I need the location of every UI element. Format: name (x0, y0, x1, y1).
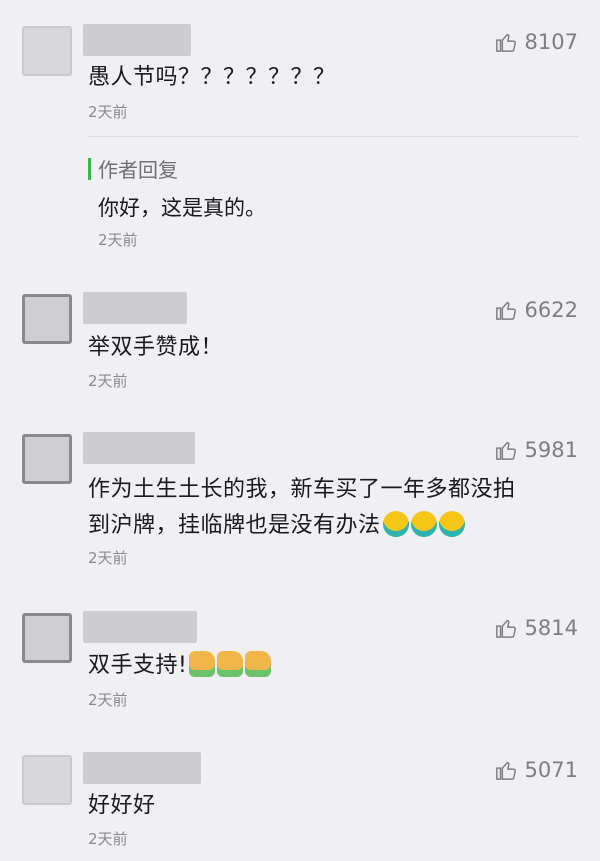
like-button[interactable]: 5814 (495, 613, 578, 643)
thumbs-up-icon (217, 651, 244, 677)
comment-time: 2天前 (88, 372, 128, 390)
thumbs-up-icon (495, 761, 516, 780)
comment-time: 2天前 (88, 549, 128, 567)
avatar[interactable] (22, 294, 72, 344)
crying-face-icon (382, 511, 409, 537)
like-count: 5981 (524, 438, 578, 462)
avatar[interactable] (22, 26, 72, 76)
like-button[interactable]: 5071 (495, 755, 578, 785)
like-count: 5814 (524, 616, 578, 640)
username-blurred[interactable] (83, 24, 191, 56)
comment-time: 2天前 (88, 103, 128, 121)
crying-face-icon (438, 511, 465, 537)
username-blurred[interactable] (83, 292, 187, 324)
comment-text-line: 到沪牌，挂临牌也是没有办法 (88, 513, 381, 538)
comment-text: 作为土生土长的我，新车买了一年多都没拍 到沪牌，挂临牌也是没有办法 (88, 472, 570, 544)
username-blurred[interactable] (83, 611, 197, 643)
comment-time: 2天前 (88, 830, 128, 848)
like-button[interactable]: 5981 (495, 435, 578, 465)
comment-text: 愚人节吗？？？？？？？ (88, 65, 336, 90)
thumbs-up-icon (495, 619, 516, 638)
reply-accent-bar (88, 158, 91, 180)
comment-text-line: 作为土生土长的我，新车买了一年多都没拍 (88, 477, 516, 502)
like-count: 6622 (524, 298, 578, 322)
comment-text: 好好好 (88, 793, 156, 818)
author-reply-label: 作者回复 (98, 158, 178, 182)
avatar[interactable] (22, 613, 72, 663)
crying-face-icon (410, 511, 437, 537)
thumbs-up-icon (495, 441, 516, 460)
like-count: 5071 (524, 758, 578, 782)
thumbs-up-icon (495, 301, 516, 320)
like-button[interactable]: 6622 (495, 295, 578, 325)
thumbs-up-icon (495, 33, 516, 52)
username-blurred[interactable] (83, 432, 195, 464)
comment-text: 举双手赞成！ (88, 335, 224, 360)
thumbs-up-icon (245, 651, 272, 677)
like-count: 8107 (524, 30, 578, 54)
comment-text-line-with-emoji: 到沪牌，挂临牌也是没有办法 (88, 508, 570, 544)
like-button[interactable]: 8107 (495, 27, 578, 57)
comment-text: 双手支持! (88, 653, 188, 678)
username-blurred[interactable] (83, 752, 201, 784)
comment-time: 2天前 (88, 691, 128, 709)
divider (88, 136, 578, 137)
avatar[interactable] (22, 434, 72, 484)
thumbs-up-icon (189, 651, 216, 677)
avatar[interactable] (22, 755, 72, 805)
comment-text-with-emoji: 双手支持! (88, 648, 540, 684)
author-reply-time: 2天前 (98, 231, 138, 249)
author-reply-text: 你好，这是真的。 (98, 196, 266, 220)
